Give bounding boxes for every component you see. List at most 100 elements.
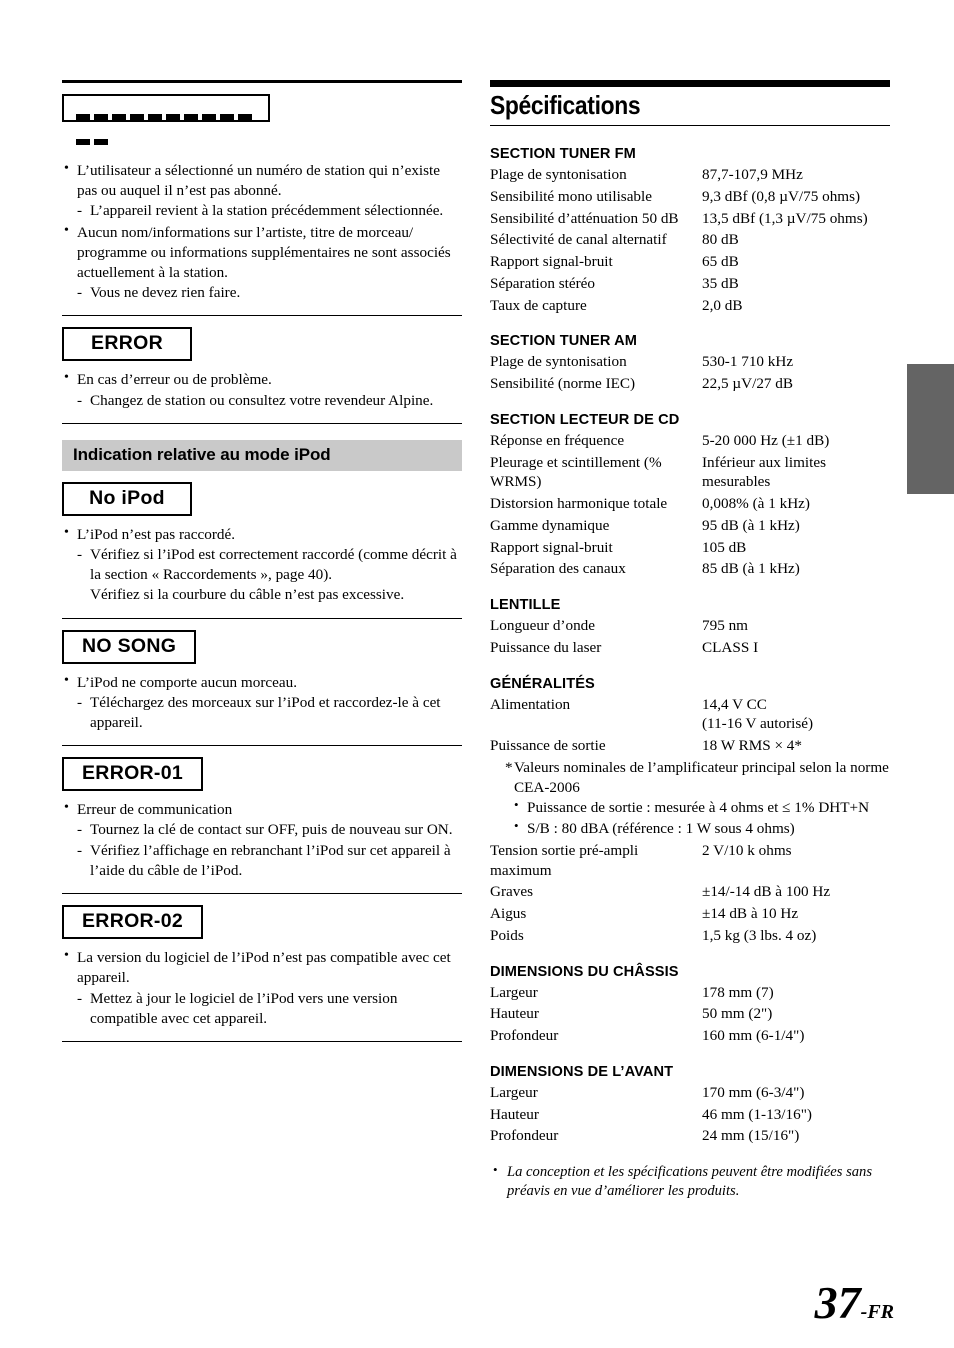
section-heading-tuner-fm: SECTION TUNER FM: [490, 146, 636, 162]
table-row: Réponse en fréquence 5-20 000 Hz (±1 dB): [490, 430, 890, 452]
spec-label: Plage de syntonisation: [490, 353, 627, 371]
no-song-display-box: NO SONG: [62, 629, 197, 664]
table-row: Rapport signal-bruit 65 dB: [490, 251, 890, 273]
spec-value: 13,5 dBf (1,3 µV/75 ohms): [702, 209, 868, 227]
error-02-box-wrap: ERROR-02: [62, 905, 462, 940]
section-heading-generalites: GÉNÉRALITÉS: [490, 675, 595, 692]
table-row: Séparation stéréo 35 dB: [490, 273, 890, 295]
bullet-text: La version du logiciel de l’iPod n’est p…: [77, 949, 451, 987]
footnote-cea: Valeurs nominales de l’amplificateur pri…: [490, 758, 890, 798]
table-row: Séparation des canaux 85 dB (à 1 kHz): [490, 558, 890, 580]
spec-value: 5-20 000 Hz (±1 dB): [702, 431, 830, 449]
table-row: Aigus ±14 dB à 10 Hz: [490, 903, 890, 925]
spec-label: Longueur d’onde: [490, 617, 596, 634]
spec-label: Sensibilité d’atténuation 50 dB: [490, 209, 679, 227]
spec-label: Graves: [490, 883, 534, 901]
sub-text: L’appareil revient à la station précédem…: [77, 201, 462, 221]
spec-value: 87,7-107,9 MHz: [702, 166, 803, 183]
spec-value: 170 mm (6-3/4"): [702, 1083, 805, 1101]
spec-label: Largeur: [490, 1083, 538, 1101]
spec-table-generalites-bottom: Tension sortie pré-ampli maximum 2 V/10 k…: [490, 840, 890, 947]
footnote-bullet-list: Puissance de sortie : mesurée à 4 ohms e…: [490, 797, 890, 839]
spec-label: Taux de capture: [490, 296, 587, 314]
spec-table-lentille: Longueur d’onde 795 nm Puissance du laser…: [490, 615, 890, 659]
sub-text-continued: Vérifiez si la courbure du câble n’est p…: [90, 586, 405, 604]
spec-label: Plage de syntonisation: [490, 166, 627, 183]
bullet-text: En cas d’erreur ou de problème.: [77, 371, 272, 389]
spec-label: Profondeur: [490, 1127, 559, 1145]
table-row: Plage de syntonisation 530-1 710 kHz: [490, 351, 890, 373]
section-heading-tuner-am: SECTION TUNER AM: [490, 333, 637, 350]
spec-label: Hauteur: [490, 1005, 539, 1023]
error-list: En cas d’erreur ou de problème. Changez …: [62, 369, 462, 411]
spec-value: 105 dB: [702, 538, 747, 556]
spec-label: Tension sortie pré-ampli maximum: [490, 841, 639, 879]
page-edge-tab: [907, 364, 954, 494]
table-row: Tension sortie pré-ampli maximum 2 V/10 k…: [490, 840, 890, 882]
error-01-box-wrap: ERROR-01: [62, 757, 462, 792]
spec-value: 1,5 kg (3 lbs. 4 oz): [702, 926, 817, 944]
divider: [62, 617, 462, 619]
spec-label: Profondeur: [490, 1027, 559, 1044]
list-item: L’utilisateur a sélectionné un numéro de…: [62, 160, 462, 222]
spec-label: Sensibilité mono utilisable: [490, 187, 652, 205]
spec-label: Distorsion harmonique totale: [490, 495, 668, 512]
table-row: Hauteur 50 mm (2"): [490, 1003, 890, 1025]
table-row: Sensibilité mono utilisable 9,3 dBf (0,8 …: [490, 186, 890, 208]
table-row: Distorsion harmonique totale 0,008% (à 1 …: [490, 493, 890, 515]
page-number-suffix: -FR: [860, 1301, 894, 1323]
table-row: Largeur 170 mm (6-3/4"): [490, 1082, 890, 1104]
spec-label: Alimentation: [490, 695, 571, 713]
divider: [62, 422, 462, 424]
spec-label: Rapport signal-bruit: [490, 253, 613, 270]
error-01-display-box: ERROR-01: [62, 757, 204, 792]
spec-value: 22,5 µV/27 dB: [702, 375, 794, 392]
page-number-value: 37: [814, 1277, 861, 1328]
bullet-text: Aucun nom/informations sur l’artiste, ti…: [77, 223, 451, 282]
spec-value: 14,4 V CC (11-16 V autorisé): [702, 694, 890, 736]
spec-value: 178 mm (7): [702, 983, 774, 1001]
page-title: Spécifications: [490, 90, 641, 120]
no-ipod-display-box: No iPod: [62, 481, 192, 516]
footnote-text-continued: CEA-2006: [514, 778, 580, 796]
spec-value: 795 nm: [702, 617, 748, 634]
spec-value: 85 dB (à 1 kHz): [702, 560, 800, 578]
list-item: L’iPod ne comporte aucun morceau. Téléch…: [62, 672, 462, 734]
dash-row: [76, 104, 258, 145]
list-item: La version du logiciel de l’iPod n’est p…: [62, 947, 462, 1029]
spec-value: 46 mm (1-13/16"): [702, 1105, 812, 1123]
spec-value: 530-1 710 kHz: [702, 353, 794, 371]
spec-table-tuner-am: Plage de syntonisation 530-1 710 kHz Sens…: [490, 351, 890, 395]
bullet-text: L’utilisateur a sélectionné un numéro de…: [77, 161, 441, 200]
blank-display-box-wrap: [62, 94, 462, 152]
divider: [62, 315, 462, 317]
spec-label: Séparation des canaux: [490, 560, 626, 578]
table-row: Plage de syntonisation 87,7-107,9 MHz: [490, 164, 890, 186]
sub-text: Téléchargez des morceaux sur l’iPod et r…: [77, 693, 462, 733]
sub-text: Mettez à jour le logiciel de l’iPod vers…: [77, 989, 462, 1029]
spec-table-tuner-fm: Plage de syntonisation 87,7-107,9 MHz Sen…: [490, 164, 890, 316]
bullet-text: Erreur de communication: [77, 801, 233, 819]
section-heading-ipod: Indication relative au mode iPod: [62, 439, 462, 471]
table-row: Poids 1,5 kg (3 lbs. 4 oz): [490, 925, 890, 947]
error-box-wrap: ERROR: [62, 327, 462, 362]
table-row: Sensibilité (norme IEC) 22,5 µV/27 dB: [490, 373, 890, 395]
error-display-box: ERROR: [62, 327, 192, 362]
spec-value: 95 dB (à 1 kHz): [702, 516, 800, 534]
no-song-list: L’iPod ne comporte aucun morceau. Téléch…: [62, 672, 462, 734]
table-row: Taux de capture 2,0 dB: [490, 295, 890, 317]
spec-label: Pleurage et scintillement (% WRMS): [490, 453, 662, 491]
spec-value: 18 W RMS × 4*: [702, 737, 802, 754]
table-row: Profondeur 160 mm (6-1/4"): [490, 1025, 890, 1047]
section-heading-dimensions-avant: DIMENSIONS DE L’AVANT: [490, 1063, 674, 1080]
spec-value: ±14 dB à 10 Hz: [702, 905, 799, 922]
divider: [62, 893, 462, 895]
spec-table-dimensions-chassis: Largeur 178 mm (7) Hauteur 50 mm (2") Prof…: [490, 982, 890, 1047]
spec-value: 65 dB: [702, 253, 739, 270]
dashes-display-icon: [62, 94, 270, 145]
sub-text: Vérifiez si l’iPod est correctement racc…: [77, 545, 462, 585]
spec-rule-bottom: [490, 125, 890, 126]
spec-value: 50 mm (2"): [702, 1005, 773, 1023]
spec-label: Aigus: [490, 905, 527, 922]
spec-value-line1: 14,4 V CC: [702, 695, 767, 713]
